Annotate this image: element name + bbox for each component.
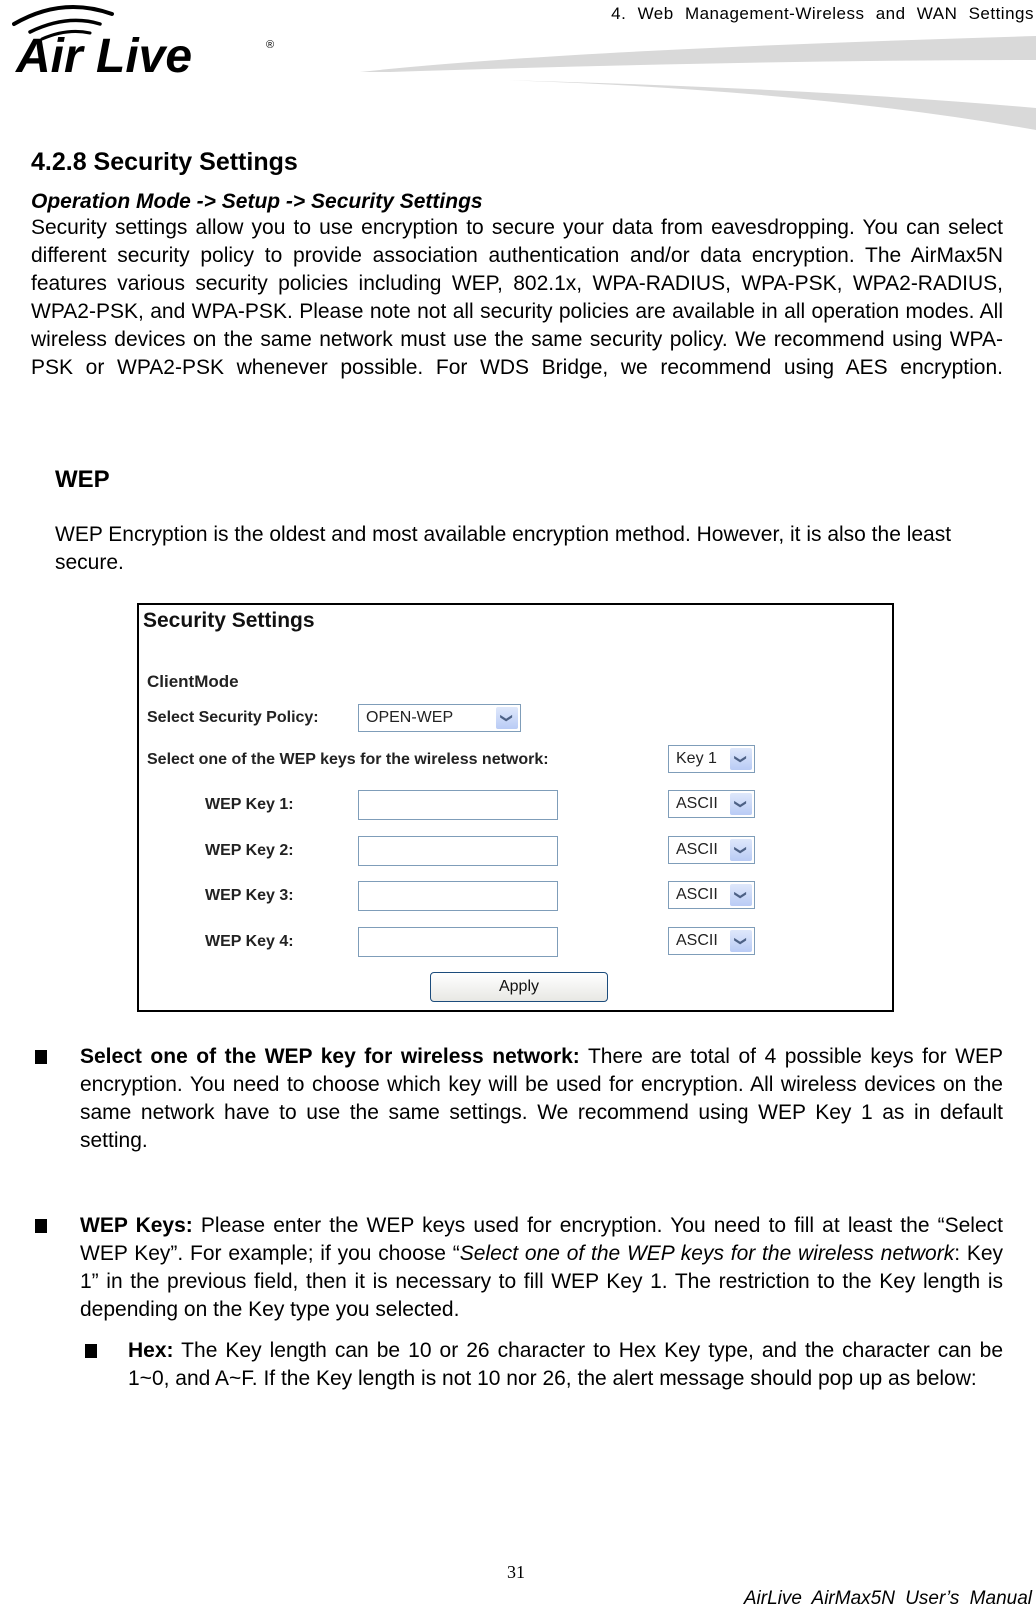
wep-key-1-input[interactable] [358,790,558,820]
bullet-title: WEP Keys: [80,1214,193,1237]
panel-title: Security Settings [143,609,315,632]
wep-key-4-input[interactable] [358,927,558,957]
wep-key-3-type-value: ASCII [676,886,718,903]
section-title: 4.2.8 Security Settings [31,148,298,176]
chevron-down-icon: ❯ [496,707,518,729]
bullet-italic-text: Select one of the WEP keys for the wirel… [459,1242,955,1265]
bullet-wep-keys: WEP Keys: Please enter the WEP keys used… [80,1212,1003,1324]
svg-text:®: ® [266,39,274,51]
bullet-title: Select one of the WEP key for wireless n… [80,1045,580,1068]
manual-footer: AirLive AirMax5N User’s Manual [743,1588,1032,1609]
security-settings-screenshot: Security Settings ClientMode Select Secu… [137,603,894,1012]
bullet-title: Hex: [128,1339,174,1362]
security-policy-value: OPEN-WEP [366,709,454,726]
wep-key-4-label: WEP Key 4: [205,933,294,950]
wep-key-3-label: WEP Key 3: [205,887,294,904]
sub-bullet-hex: Hex: The Key length can be 10 or 26 char… [128,1337,1003,1393]
chevron-down-icon: ❯ [730,748,752,770]
bullet-wep-key-select: Select one of the WEP key for wireless n… [80,1043,1003,1155]
wep-key-4-type-select[interactable]: ASCII ❯ [668,927,755,955]
wep-key-2-type-value: ASCII [676,841,718,858]
wep-key-2-input[interactable] [358,836,558,866]
chapter-header: 4. Web Management-Wireless and WAN Setti… [611,4,1034,23]
chevron-down-icon: ❯ [730,884,752,906]
wep-description: WEP Encryption is the oldest and most av… [55,523,952,574]
wep-key-select-label: Select one of the WEP keys for the wirel… [147,751,549,768]
header-swoosh-decoration [360,36,1036,130]
chevron-down-icon: ❯ [730,839,752,861]
chevron-down-icon: ❯ [730,930,752,952]
wep-key-1-label: WEP Key 1: [205,796,294,813]
apply-button[interactable]: Apply [430,972,608,1002]
wep-key-1-type-value: ASCII [676,795,718,812]
bullet-icon [35,1219,47,1233]
security-policy-label: Select Security Policy: [147,709,319,726]
airlive-logo: Air Live ® [12,4,274,80]
wep-key-3-type-select[interactable]: ASCII ❯ [668,881,755,909]
wep-heading: WEP [55,466,110,493]
wep-key-2-type-select[interactable]: ASCII ❯ [668,836,755,864]
wep-key-3-input[interactable] [358,881,558,911]
wep-key-select-value: Key 1 [676,750,717,767]
svg-text:Air Live: Air Live [15,30,192,80]
bullet-icon [35,1050,47,1064]
bullet-icon [85,1344,97,1358]
wep-key-2-label: WEP Key 2: [205,842,294,859]
intro-paragraph: Security settings allow you to use encry… [31,216,1003,379]
security-policy-select[interactable]: OPEN-WEP ❯ [358,704,521,732]
wep-key-1-type-select[interactable]: ASCII ❯ [668,790,755,818]
navigation-path: Operation Mode -> Setup -> Security Sett… [31,190,483,213]
page-number: 31 [507,1562,525,1582]
chevron-down-icon: ❯ [730,793,752,815]
wep-key-select[interactable]: Key 1 ❯ [668,745,755,773]
bullet-text: The Key length can be 10 or 26 character… [128,1339,1003,1390]
operation-mode-label: ClientMode [147,672,239,691]
wep-key-4-type-value: ASCII [676,932,718,949]
